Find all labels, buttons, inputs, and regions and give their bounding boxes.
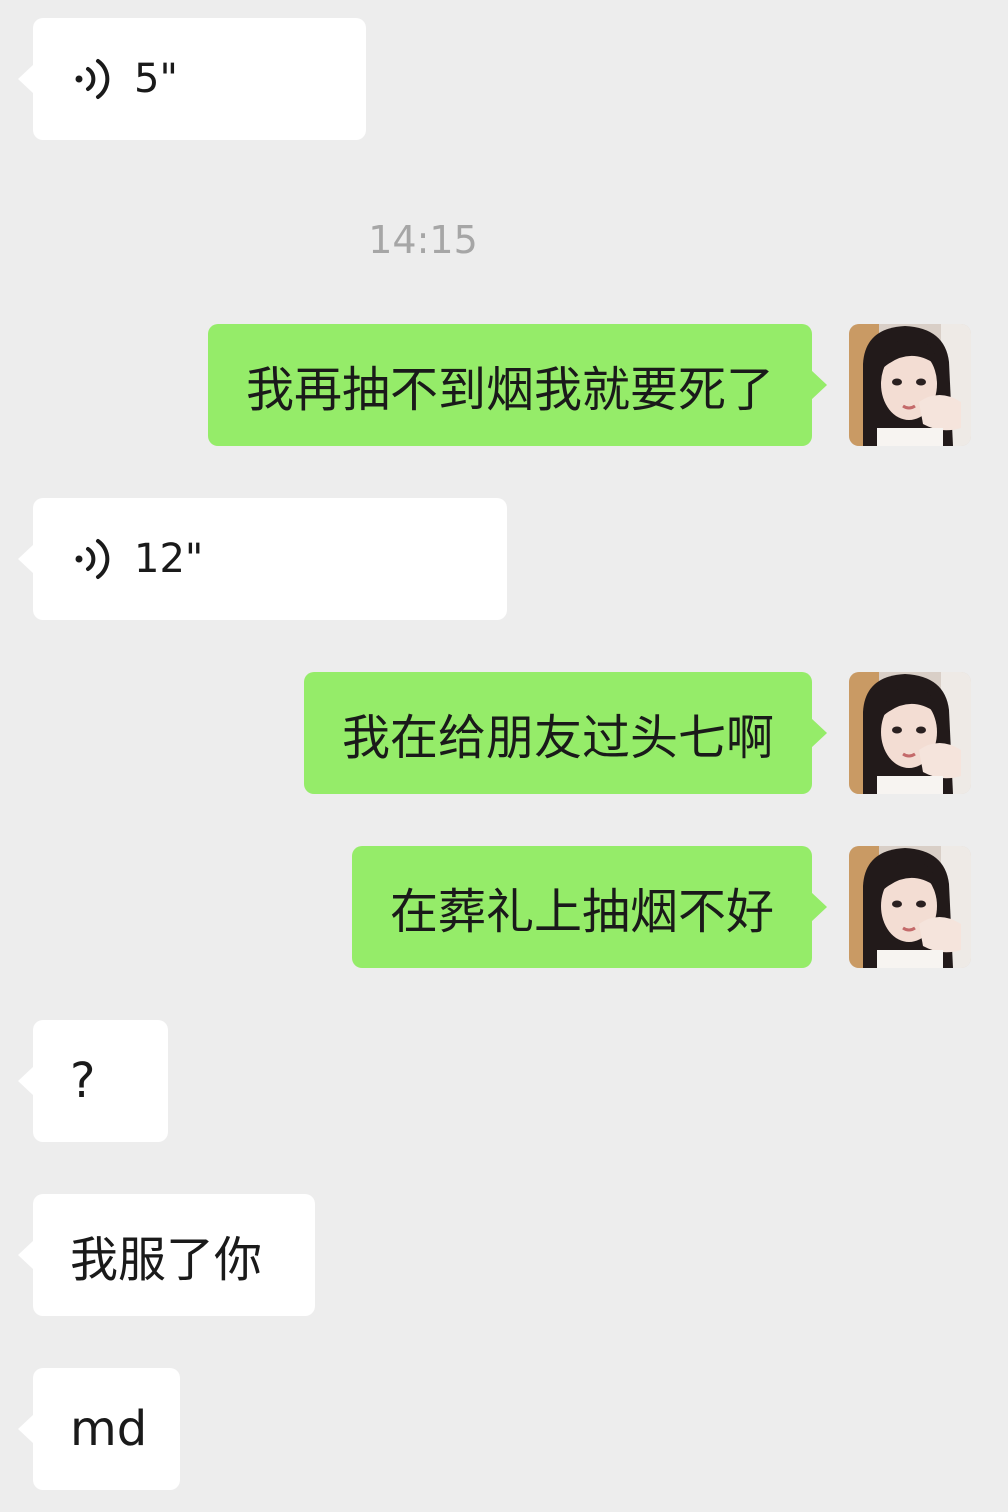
voice-message-bubble[interactable]: 5" xyxy=(18,18,366,140)
message-text: 我在给朋友过头七啊 xyxy=(341,710,774,766)
incoming-message-bubble[interactable]: 我服了你 xyxy=(18,1194,315,1316)
message-text: ? xyxy=(70,1053,96,1109)
voice-wave-icon xyxy=(72,535,112,583)
message-timestamp: 14:15 xyxy=(368,218,478,262)
message-text: md xyxy=(70,1401,148,1457)
user-avatar[interactable] xyxy=(849,672,971,794)
message-text: 我服了你 xyxy=(70,1232,263,1288)
user-avatar[interactable] xyxy=(849,846,971,968)
voice-wave-icon xyxy=(72,55,112,103)
outgoing-message-bubble[interactable]: 在葬礼上抽烟不好 xyxy=(351,846,828,968)
user-avatar[interactable] xyxy=(849,324,971,446)
outgoing-message-bubble[interactable]: 我在给朋友过头七啊 xyxy=(303,672,828,794)
message-text: 我再抽不到烟我就要死了 xyxy=(245,362,774,418)
voice-duration: 5" xyxy=(134,56,178,102)
outgoing-message-bubble[interactable]: 我再抽不到烟我就要死了 xyxy=(207,324,828,446)
incoming-message-bubble[interactable]: md xyxy=(18,1368,180,1490)
voice-duration: 12" xyxy=(134,536,204,582)
incoming-message-bubble[interactable]: ? xyxy=(18,1020,168,1142)
voice-message-bubble[interactable]: 12" xyxy=(18,498,507,620)
message-text: 在葬礼上抽烟不好 xyxy=(389,884,774,940)
